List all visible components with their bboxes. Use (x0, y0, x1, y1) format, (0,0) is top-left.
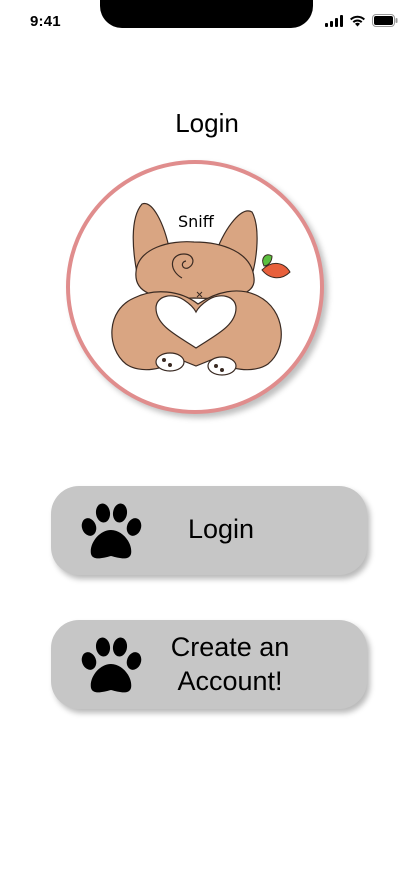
status-icons (325, 14, 398, 27)
status-bar: 9:41 (0, 0, 414, 44)
create-account-label-line2: Account! (177, 666, 283, 696)
app-logo: Sniff (66, 160, 330, 420)
logo-caption: Sniff (178, 212, 214, 231)
create-account-button[interactable]: Create an Account! (51, 620, 367, 709)
page-title: Login (175, 108, 239, 138)
create-account-label-line1: Create an (170, 632, 290, 662)
device-notch (100, 0, 313, 28)
create-account-button-label: Create an Account! (155, 630, 305, 698)
corgi-illustration (111, 203, 291, 376)
login-button[interactable]: Login (51, 486, 367, 575)
status-time: 9:41 (30, 13, 61, 30)
paw-icon (81, 503, 142, 559)
paw-icon (81, 637, 142, 693)
wifi-icon (350, 15, 365, 26)
cellular-signal-icon (325, 14, 343, 27)
battery-icon (372, 14, 398, 27)
login-button-label: Login (187, 514, 255, 544)
